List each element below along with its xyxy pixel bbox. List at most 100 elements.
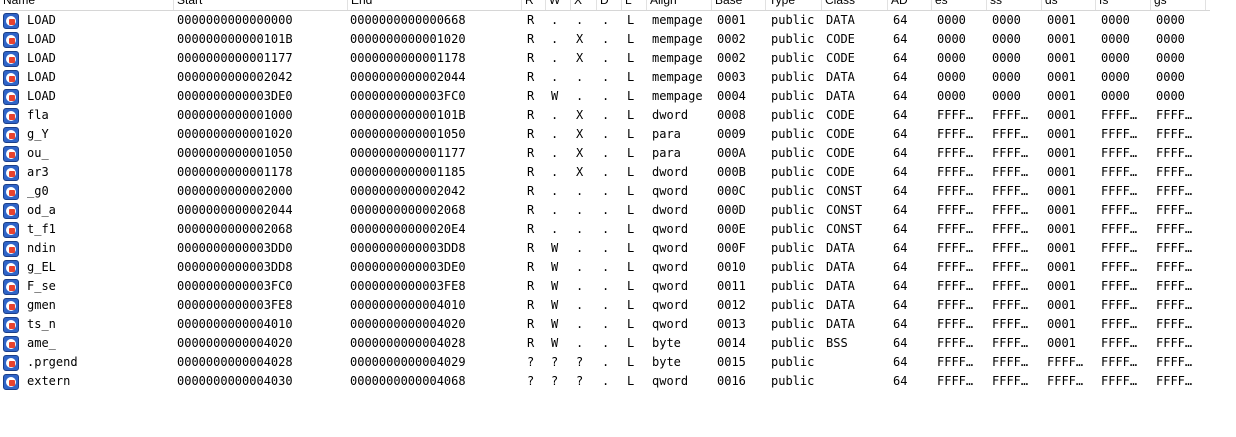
cell-ss: FFFF… (992, 279, 1029, 293)
column-header-es[interactable]: es (932, 0, 987, 10)
segment-icon (3, 127, 19, 143)
cell-ad: 64 (893, 336, 908, 350)
table-row[interactable]: F_se 0000000000003FC0 0000000000003FE8 R W..… (0, 277, 1210, 296)
table-row[interactable]: LOAD 0000000000000000 0000000000000668 R...… (0, 11, 1210, 30)
cell-base: 0014 (717, 336, 746, 350)
cell-w: . (551, 127, 559, 141)
cell-name: .prgend (27, 355, 78, 369)
cell-type: public (771, 260, 815, 274)
column-header-ss[interactable]: ss (987, 0, 1042, 10)
cell-w: . (551, 203, 559, 217)
column-header-align[interactable]: Align (647, 0, 712, 10)
cell-gs: FFFF… (1156, 279, 1193, 293)
cell-r: ? (527, 355, 535, 369)
cell-ad: 64 (893, 317, 908, 331)
column-header-type[interactable]: Type (766, 0, 822, 10)
column-header-fs[interactable]: fs (1096, 0, 1151, 10)
cell-ss: FFFF… (992, 241, 1029, 255)
table-row[interactable]: _g0 0000000000002000 0000000000002042 R... L… (0, 182, 1210, 201)
cell-fs: FFFF… (1101, 298, 1138, 312)
cell-r: R (527, 298, 535, 312)
cell-r: R (527, 108, 535, 122)
column-header-ad[interactable]: AD (888, 0, 932, 10)
cell-base: 0001 (717, 13, 746, 27)
column-header-d[interactable]: D (597, 0, 622, 10)
cell-w: . (551, 13, 559, 27)
table-row[interactable]: .prgend 0000000000004028 0000000000004029?… (0, 353, 1210, 372)
cell-type: public (771, 222, 815, 236)
cell-end: 0000000000004068 (350, 374, 466, 388)
cell-class: CODE (826, 108, 855, 122)
table-row[interactable]: LOAD 0000000000002042 0000000000002044 R...… (0, 68, 1210, 87)
table-row[interactable]: g_Y 0000000000001020 0000000000001050 R. X. L… (0, 125, 1210, 144)
cell-name: g_EL (27, 260, 56, 274)
cell-end: 0000000000001185 (350, 165, 466, 179)
column-header-x[interactable]: X (571, 0, 597, 10)
cell-gs: FFFF… (1156, 146, 1193, 160)
cell-x: . (576, 336, 584, 350)
column-header-end[interactable]: End (348, 0, 522, 10)
cell-l: L (627, 374, 635, 388)
cell-fs: 0000 (1101, 70, 1130, 84)
table-row[interactable]: fla 0000000000001000 000000000000101B R. X. L… (0, 106, 1210, 125)
column-header-ds[interactable]: ds (1042, 0, 1096, 10)
cell-name: fla (27, 108, 49, 122)
cell-gs: 0000 (1156, 70, 1185, 84)
cell-start: 0000000000002000 (177, 184, 293, 198)
table-row[interactable]: ar3 0000000000001178 0000000000001185 R. X. L… (0, 163, 1210, 182)
cell-es: FFFF… (937, 336, 974, 350)
cell-l: L (627, 336, 635, 350)
cell-start: 0000000000002044 (177, 203, 293, 217)
column-header-start[interactable]: Start (174, 0, 348, 10)
column-header-gs[interactable]: gs (1151, 0, 1206, 10)
table-row[interactable]: LOAD 0000000000001177 0000000000001178 R. X.… (0, 49, 1210, 68)
table-row[interactable]: LOAD 0000000000003DE0 0000000000003FC0 R W..… (0, 87, 1210, 106)
table-row[interactable]: ame_ 0000000000004020 0000000000004028 R W..… (0, 334, 1210, 353)
table-row[interactable]: ts_n 0000000000004010 0000000000004020 R W..… (0, 315, 1210, 334)
table-row[interactable]: od_a 0000000000002044 0000000000002068 R...… (0, 201, 1210, 220)
segment-icon (3, 222, 19, 238)
cell-base: 0010 (717, 260, 746, 274)
cell-l: L (627, 260, 635, 274)
table-row[interactable]: extern 0000000000004030 0000000000004068??… (0, 372, 1210, 391)
table-row[interactable]: ndin 0000000000003DD0 0000000000003DD8 R W..… (0, 239, 1210, 258)
column-header-r[interactable]: R (522, 0, 546, 10)
cell-ad: 64 (893, 70, 908, 84)
column-header-l[interactable]: L (622, 0, 647, 10)
cell-align: qword (652, 374, 689, 388)
cell-w: W (551, 241, 559, 255)
segment-icon (3, 374, 19, 390)
table-row[interactable]: gmen 0000000000003FE8 0000000000004010 R W..… (0, 296, 1210, 315)
table-row[interactable]: t_f1 0000000000002068 00000000000020E4 R...… (0, 220, 1210, 239)
cell-fs: FFFF… (1101, 241, 1138, 255)
column-header-base[interactable]: Base (712, 0, 766, 10)
table-row[interactable]: LOAD 000000000000101B 0000000000001020 R. X.… (0, 30, 1210, 49)
cell-l: L (627, 222, 635, 236)
table-row[interactable]: g_EL 0000000000003DD8 0000000000003DE0 R W..… (0, 258, 1210, 277)
column-header-name[interactable]: Name (0, 0, 174, 10)
column-header-class[interactable]: Class (822, 0, 888, 10)
cell-gs: FFFF… (1156, 165, 1193, 179)
cell-name: ou_ (27, 146, 49, 160)
column-header-w[interactable]: W (546, 0, 571, 10)
cell-d: . (602, 127, 610, 141)
cell-x: X (576, 127, 584, 141)
cell-es: FFFF… (937, 184, 974, 198)
cell-ds: 0001 (1047, 89, 1076, 103)
cell-align: mempage (652, 70, 703, 84)
cell-gs: 0000 (1156, 51, 1185, 65)
cell-ss: FFFF… (992, 317, 1029, 331)
cell-d: . (602, 317, 610, 331)
cell-name: gmen (27, 298, 56, 312)
cell-r: R (527, 51, 535, 65)
table-row[interactable]: ou_ 0000000000001050 0000000000001177 R. X. L… (0, 144, 1210, 163)
segment-icon (3, 317, 19, 333)
cell-name: ame_ (27, 336, 56, 350)
cell-l: L (627, 146, 635, 160)
cell-gs: FFFF… (1156, 222, 1193, 236)
cell-type: public (771, 336, 815, 350)
cell-name: F_se (27, 279, 56, 293)
cell-start: 0000000000004020 (177, 336, 293, 350)
cell-gs: FFFF… (1156, 317, 1193, 331)
cell-end: 0000000000000668 (350, 13, 466, 27)
